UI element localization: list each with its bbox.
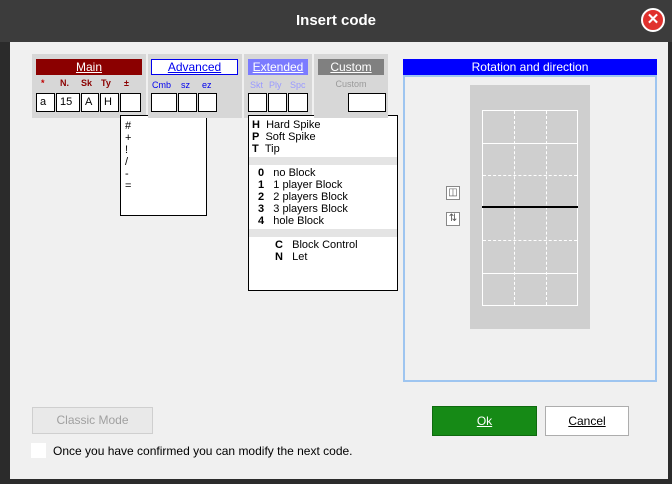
list-item[interactable]: N Let: [275, 251, 397, 263]
main-subheader-skill: Sk: [81, 78, 93, 88]
rotate-court-icon[interactable]: ◫: [446, 186, 460, 200]
list-item[interactable]: #: [125, 120, 206, 132]
modify-next-code-checkbox[interactable]: [31, 443, 46, 458]
rotation-header: Rotation and direction: [403, 59, 657, 75]
window-frame-left: [0, 42, 10, 484]
ok-button[interactable]: Ok: [432, 406, 537, 436]
special-field[interactable]: [288, 93, 308, 112]
list-item[interactable]: 0 no Block: [258, 167, 397, 179]
extended-subheader-players: Ply: [269, 80, 282, 90]
swap-direction-icon[interactable]: ⇅: [446, 212, 460, 226]
list-item[interactable]: 4 hole Block: [258, 215, 397, 227]
window-frame-right: [668, 42, 672, 484]
list-item[interactable]: H Hard Spike: [252, 119, 397, 131]
list-item[interactable]: 2 2 players Block: [258, 191, 397, 203]
list-separator: [249, 157, 397, 165]
end-zone-field[interactable]: [198, 93, 217, 112]
start-zone-field[interactable]: [178, 93, 197, 112]
court-line: [483, 143, 577, 144]
main-header[interactable]: Main: [36, 59, 142, 75]
main-subheader-number: N.: [60, 78, 69, 88]
list-item[interactable]: 3 3 players Block: [258, 203, 397, 215]
evaluation-field[interactable]: [120, 93, 141, 112]
list-item[interactable]: 1 1 player Block: [258, 179, 397, 191]
list-item[interactable]: P Soft Spike: [252, 131, 397, 143]
custom-header[interactable]: Custom: [318, 59, 384, 75]
ok-label: Ok: [476, 414, 493, 428]
team-field[interactable]: a: [36, 93, 55, 112]
court-line: [483, 175, 577, 176]
close-icon[interactable]: ✕: [641, 8, 665, 32]
evaluation-dropdown: # + ! / - =: [120, 115, 207, 216]
list-separator: [249, 229, 397, 237]
players-field[interactable]: [268, 93, 287, 112]
net-line: [482, 206, 578, 208]
custom-subheader: Custom: [335, 79, 367, 89]
extended-subheader-skill-type: Skt: [250, 80, 264, 90]
extended-dropdown: H Hard Spike P Soft Spike T Tip 0 no Blo…: [248, 115, 398, 291]
main-subheader-eval: ±: [124, 78, 129, 88]
list-item[interactable]: +: [125, 132, 206, 144]
list-item[interactable]: =: [125, 180, 206, 192]
combination-field[interactable]: [151, 93, 177, 112]
main-subheader-star: *: [41, 78, 45, 88]
custom-field[interactable]: [348, 93, 386, 112]
skill-type-field[interactable]: [248, 93, 267, 112]
player-number-field[interactable]: 15: [56, 93, 80, 112]
window-frame-bottom: [0, 479, 672, 484]
list-item[interactable]: -: [125, 168, 206, 180]
court-line: [483, 240, 577, 241]
classic-mode-button[interactable]: Classic Mode: [32, 407, 153, 434]
cancel-button[interactable]: Cancel: [545, 406, 629, 436]
type-field[interactable]: H: [100, 93, 119, 112]
list-item[interactable]: T Tip: [252, 143, 397, 155]
list-item[interactable]: /: [125, 156, 206, 168]
court-line: [483, 273, 577, 274]
court-line: [546, 111, 547, 305]
cancel-label: Cancel: [568, 414, 606, 428]
advanced-subheader-start-zone: sz: [181, 80, 190, 90]
advanced-header[interactable]: Advanced: [151, 59, 238, 75]
advanced-subheader-combination: Cmb: [152, 80, 172, 90]
court[interactable]: [482, 110, 578, 306]
extended-header[interactable]: Extended: [248, 59, 308, 75]
modify-next-code-label: Once you have confirmed you can modify t…: [53, 444, 353, 458]
main-subheader-type: Ty: [101, 78, 111, 88]
court-line: [514, 111, 515, 305]
skill-field[interactable]: A: [81, 93, 99, 112]
list-item[interactable]: !: [125, 144, 206, 156]
list-item[interactable]: C Block Control: [275, 239, 397, 251]
advanced-subheader-end-zone: ez: [202, 80, 212, 90]
extended-subheader-special: Spc: [290, 80, 306, 90]
window-title: Insert code: [295, 12, 377, 29]
